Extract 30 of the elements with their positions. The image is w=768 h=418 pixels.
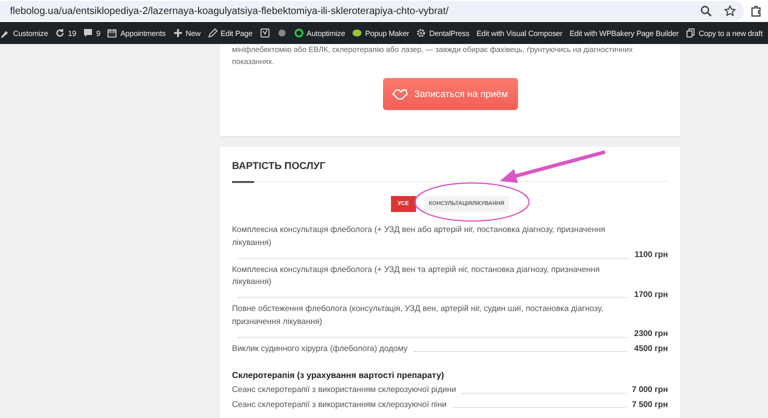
service-name: Виклик судинного хірурга (флеболога) додому — [232, 342, 408, 355]
service-name: Комплексна консультація флеболога (+ УЗД вен та артерій ніг, постановка діагнозу, призначення лікування) — [232, 264, 601, 288]
refresh-icon — [54, 28, 65, 38]
service-name: Комплексна консультація флеболога (+ УЗД вен або артерій ніг, постановка діагнозу, призначення лікування) — [232, 224, 606, 249]
url-text: flebolog.ua/ua/entsiklopediya-2/lazernaya-koagulyatsiya-flebektomiya-ili-skleroterapiya-chto-vybrat/ — [10, 6, 450, 16]
pencil-icon — [208, 28, 218, 38]
comment-icon — [83, 28, 94, 38]
gear-icon — [416, 28, 426, 38]
service-price: 1100 грн — [634, 249, 668, 261]
service-price: 7 000 грн — [632, 384, 668, 396]
plus-icon — [172, 28, 183, 38]
checkbox-icon[interactable] — [260, 28, 270, 38]
service-name: Сеанс склеротерапії з використанням склерозуючої піни — [232, 398, 447, 411]
address-bar[interactable]: flebolog.ua/ua/entsiklopediya-2/lazernaya-koagulyatsiya-flebektomiya-ili-skleroterapiya-chto-vybrat/ — [0, 1, 744, 21]
dot-icon[interactable] — [276, 28, 287, 38]
service-price: 4500 грн — [634, 342, 668, 355]
extensions-icon[interactable] — [750, 5, 762, 17]
brush-icon — [0, 28, 10, 38]
section-title: ВАРТІСТЬ ПОСЛУГ — [232, 161, 326, 174]
zoom-icon[interactable] — [700, 5, 712, 17]
service-name: Сеанс склеротерапії з використанням склерозуючої рідини — [232, 384, 456, 396]
section-heading: Склеротерапія (з урахування вартості препарату) — [232, 370, 445, 380]
service-name: Повне обстеження флеболога (консультація, УЗД вен, артерій ніг, судин шиї, постановка діагнозу, призначення лікування) — [232, 303, 604, 328]
service-price: 7 500 грн — [632, 398, 668, 411]
service-price: 2300 грн — [634, 328, 668, 340]
service-price: 1700 грн — [634, 288, 668, 301]
copy-icon — [686, 28, 696, 38]
calendar-icon — [107, 28, 118, 38]
star-icon[interactable] — [724, 5, 736, 17]
ring-icon — [294, 28, 304, 38]
